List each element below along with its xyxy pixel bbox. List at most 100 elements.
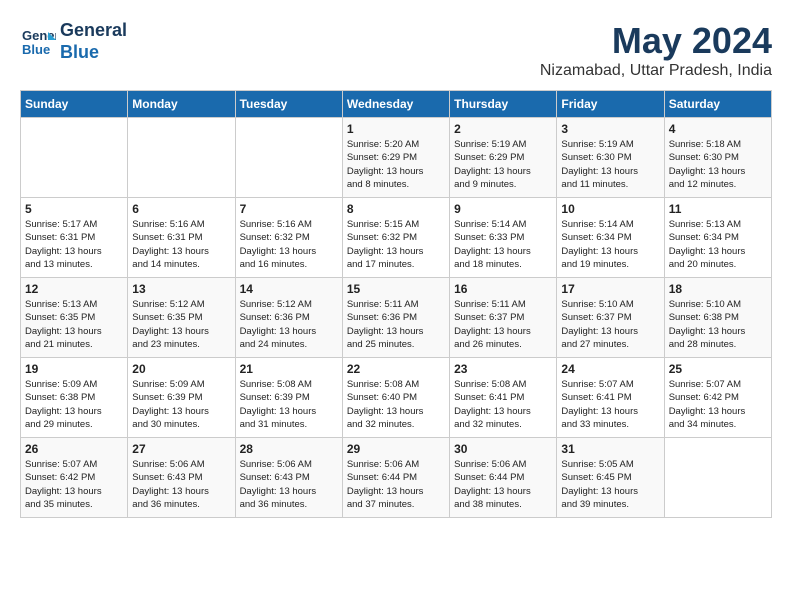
day-number: 1: [347, 122, 445, 136]
calendar-week-row: 1Sunrise: 5:20 AM Sunset: 6:29 PM Daylig…: [21, 118, 772, 198]
calendar-cell: 20 Sunrise: 5:09 AM Sunset: 6:39 PM Dayli…: [128, 358, 235, 438]
day-number: 6: [132, 202, 230, 216]
logo-text-line2: Blue: [60, 42, 127, 64]
calendar-cell: 4 Sunrise: 5:18 AM Sunset: 6:30 PM Daylig…: [664, 118, 771, 198]
day-number: 4: [669, 122, 767, 136]
calendar-cell: 10 Sunrise: 5:14 AM Sunset: 6:34 PM Dayli…: [557, 198, 664, 278]
col-header-thursday: Thursday: [450, 91, 557, 118]
day-number: 29: [347, 442, 445, 456]
calendar-cell: 9 Sunrise: 5:14 AM Sunset: 6:33 PM Daylig…: [450, 198, 557, 278]
calendar-cell: 11 Sunrise: 5:13 AM Sunset: 6:34 PM Dayli…: [664, 198, 771, 278]
calendar-cell: 29 Sunrise: 5:06 AM Sunset: 6:44 PM Dayli…: [342, 438, 449, 518]
day-info: Sunrise: 5:10 AM Sunset: 6:38 PM Dayligh…: [669, 298, 767, 351]
col-header-saturday: Saturday: [664, 91, 771, 118]
calendar-cell: [235, 118, 342, 198]
day-number: 9: [454, 202, 552, 216]
calendar-cell: 6Sunrise: 5:16 AM Sunset: 6:31 PM Daylig…: [128, 198, 235, 278]
calendar-cell: 7 Sunrise: 5:16 AM Sunset: 6:32 PM Daylig…: [235, 198, 342, 278]
day-info: Sunrise: 5:05 AM Sunset: 6:45 PM Dayligh…: [561, 458, 659, 511]
calendar-cell: 16 Sunrise: 5:11 AM Sunset: 6:37 PM Dayli…: [450, 278, 557, 358]
day-number: 12: [25, 282, 123, 296]
day-info: Sunrise: 5:07 AM Sunset: 6:42 PM Dayligh…: [25, 458, 123, 511]
day-info: Sunrise: 5:10 AM Sunset: 6:37 PM Dayligh…: [561, 298, 659, 351]
calendar-cell: 30 Sunrise: 5:06 AM Sunset: 6:44 PM Dayli…: [450, 438, 557, 518]
day-info: Sunrise: 5:08 AM Sunset: 6:41 PM Dayligh…: [454, 378, 552, 431]
calendar-week-row: 5 Sunrise: 5:17 AM Sunset: 6:31 PM Daylig…: [21, 198, 772, 278]
day-number: 31: [561, 442, 659, 456]
col-header-monday: Monday: [128, 91, 235, 118]
calendar-cell: 31 Sunrise: 5:05 AM Sunset: 6:45 PM Dayli…: [557, 438, 664, 518]
svg-text:Blue: Blue: [22, 42, 50, 57]
calendar-cell: 5 Sunrise: 5:17 AM Sunset: 6:31 PM Daylig…: [21, 198, 128, 278]
day-number: 11: [669, 202, 767, 216]
page-header: General Blue General Blue May 2024 Nizam…: [20, 20, 772, 80]
day-number: 18: [669, 282, 767, 296]
calendar-week-row: 12 Sunrise: 5:13 AM Sunset: 6:35 PM Dayli…: [21, 278, 772, 358]
calendar-cell: 28Sunrise: 5:06 AM Sunset: 6:43 PM Dayli…: [235, 438, 342, 518]
calendar-cell: 17Sunrise: 5:10 AM Sunset: 6:37 PM Dayli…: [557, 278, 664, 358]
day-info: Sunrise: 5:08 AM Sunset: 6:39 PM Dayligh…: [240, 378, 338, 431]
day-info: Sunrise: 5:09 AM Sunset: 6:39 PM Dayligh…: [132, 378, 230, 431]
calendar-table: SundayMondayTuesdayWednesdayThursdayFrid…: [20, 90, 772, 518]
calendar-cell: 21 Sunrise: 5:08 AM Sunset: 6:39 PM Dayli…: [235, 358, 342, 438]
day-info: Sunrise: 5:13 AM Sunset: 6:34 PM Dayligh…: [669, 218, 767, 271]
location: Nizamabad, Uttar Pradesh, India: [540, 62, 772, 80]
calendar-cell: 23 Sunrise: 5:08 AM Sunset: 6:41 PM Dayli…: [450, 358, 557, 438]
day-number: 23: [454, 362, 552, 376]
day-number: 20: [132, 362, 230, 376]
day-info: Sunrise: 5:16 AM Sunset: 6:32 PM Dayligh…: [240, 218, 338, 271]
day-info: Sunrise: 5:17 AM Sunset: 6:31 PM Dayligh…: [25, 218, 123, 271]
col-header-tuesday: Tuesday: [235, 91, 342, 118]
col-header-sunday: Sunday: [21, 91, 128, 118]
day-number: 30: [454, 442, 552, 456]
day-info: Sunrise: 5:11 AM Sunset: 6:36 PM Dayligh…: [347, 298, 445, 351]
day-number: 10: [561, 202, 659, 216]
day-number: 5: [25, 202, 123, 216]
day-info: Sunrise: 5:18 AM Sunset: 6:30 PM Dayligh…: [669, 138, 767, 191]
day-number: 28: [240, 442, 338, 456]
calendar-cell: 26Sunrise: 5:07 AM Sunset: 6:42 PM Dayli…: [21, 438, 128, 518]
day-number: 25: [669, 362, 767, 376]
day-number: 19: [25, 362, 123, 376]
day-number: 15: [347, 282, 445, 296]
day-number: 16: [454, 282, 552, 296]
day-info: Sunrise: 5:06 AM Sunset: 6:44 PM Dayligh…: [454, 458, 552, 511]
calendar-cell: 27Sunrise: 5:06 AM Sunset: 6:43 PM Dayli…: [128, 438, 235, 518]
calendar-cell: 22Sunrise: 5:08 AM Sunset: 6:40 PM Dayli…: [342, 358, 449, 438]
day-info: Sunrise: 5:11 AM Sunset: 6:37 PM Dayligh…: [454, 298, 552, 351]
calendar-cell: 14 Sunrise: 5:12 AM Sunset: 6:36 PM Dayli…: [235, 278, 342, 358]
day-number: 3: [561, 122, 659, 136]
day-info: Sunrise: 5:15 AM Sunset: 6:32 PM Dayligh…: [347, 218, 445, 271]
day-info: Sunrise: 5:06 AM Sunset: 6:44 PM Dayligh…: [347, 458, 445, 511]
calendar-cell: [21, 118, 128, 198]
calendar-header-row: SundayMondayTuesdayWednesdayThursdayFrid…: [21, 91, 772, 118]
calendar-cell: 19 Sunrise: 5:09 AM Sunset: 6:38 PM Dayli…: [21, 358, 128, 438]
calendar-cell: [664, 438, 771, 518]
calendar-cell: 2Sunrise: 5:19 AM Sunset: 6:29 PM Daylig…: [450, 118, 557, 198]
day-info: Sunrise: 5:12 AM Sunset: 6:36 PM Dayligh…: [240, 298, 338, 351]
calendar-cell: 15 Sunrise: 5:11 AM Sunset: 6:36 PM Dayli…: [342, 278, 449, 358]
calendar-cell: 12 Sunrise: 5:13 AM Sunset: 6:35 PM Dayli…: [21, 278, 128, 358]
day-number: 14: [240, 282, 338, 296]
calendar-cell: 3Sunrise: 5:19 AM Sunset: 6:30 PM Daylig…: [557, 118, 664, 198]
day-info: Sunrise: 5:09 AM Sunset: 6:38 PM Dayligh…: [25, 378, 123, 431]
title-block: May 2024 Nizamabad, Uttar Pradesh, India: [540, 20, 772, 80]
calendar-cell: [128, 118, 235, 198]
calendar-cell: 8Sunrise: 5:15 AM Sunset: 6:32 PM Daylig…: [342, 198, 449, 278]
calendar-week-row: 26Sunrise: 5:07 AM Sunset: 6:42 PM Dayli…: [21, 438, 772, 518]
calendar-cell: 25Sunrise: 5:07 AM Sunset: 6:42 PM Dayli…: [664, 358, 771, 438]
logo-text-line1: General: [60, 20, 127, 42]
calendar-cell: 1Sunrise: 5:20 AM Sunset: 6:29 PM Daylig…: [342, 118, 449, 198]
col-header-friday: Friday: [557, 91, 664, 118]
calendar-cell: 18 Sunrise: 5:10 AM Sunset: 6:38 PM Dayli…: [664, 278, 771, 358]
day-info: Sunrise: 5:14 AM Sunset: 6:33 PM Dayligh…: [454, 218, 552, 271]
day-info: Sunrise: 5:12 AM Sunset: 6:35 PM Dayligh…: [132, 298, 230, 351]
day-info: Sunrise: 5:14 AM Sunset: 6:34 PM Dayligh…: [561, 218, 659, 271]
day-number: 27: [132, 442, 230, 456]
day-number: 21: [240, 362, 338, 376]
day-number: 22: [347, 362, 445, 376]
day-number: 7: [240, 202, 338, 216]
day-info: Sunrise: 5:13 AM Sunset: 6:35 PM Dayligh…: [25, 298, 123, 351]
day-info: Sunrise: 5:19 AM Sunset: 6:29 PM Dayligh…: [454, 138, 552, 191]
calendar-week-row: 19 Sunrise: 5:09 AM Sunset: 6:38 PM Dayli…: [21, 358, 772, 438]
